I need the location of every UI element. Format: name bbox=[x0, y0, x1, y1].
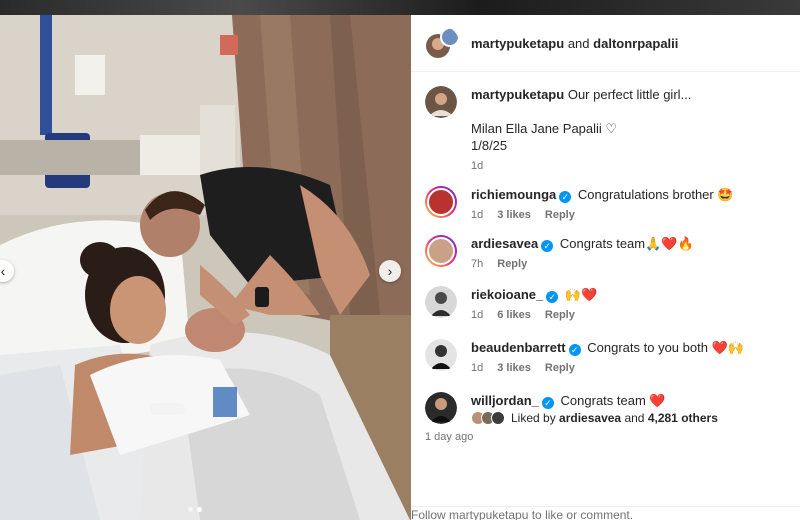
next-slide-button[interactable]: › bbox=[379, 260, 401, 282]
avatar[interactable] bbox=[425, 186, 457, 218]
comment-row: riekoioane_ ✓ 🙌❤️ 1d 6 likes Reply bbox=[425, 286, 786, 321]
comment-row: willjordan_ ✓ Congrats team ❤️ Liked by a… bbox=[425, 392, 786, 425]
caption-timestamp[interactable]: 1d bbox=[471, 160, 483, 172]
verified-badge-icon: ✓ bbox=[541, 397, 554, 409]
comment-username[interactable]: richiemounga bbox=[471, 187, 556, 202]
avatar[interactable] bbox=[425, 392, 457, 424]
comment-timestamp[interactable]: 7h bbox=[471, 258, 483, 270]
comment-username[interactable]: riekoioane_ bbox=[471, 287, 543, 302]
comment-username[interactable]: willjordan_ bbox=[471, 393, 539, 408]
comment-likes[interactable]: 6 likes bbox=[497, 309, 531, 321]
reply-button[interactable]: Reply bbox=[545, 209, 575, 221]
verified-badge-icon: ✓ bbox=[559, 191, 572, 203]
photo-illustration bbox=[0, 15, 411, 520]
comment-username[interactable]: ardiesavea bbox=[471, 236, 538, 251]
carousel-indicator bbox=[188, 507, 202, 512]
avatar bbox=[491, 411, 505, 425]
chevron-right-icon: › bbox=[387, 263, 393, 279]
follow-prompt: Follow martypuketapu to like or comment. bbox=[411, 506, 800, 520]
comment-likes[interactable]: 3 likes bbox=[497, 362, 531, 374]
collab-avatar[interactable] bbox=[425, 26, 459, 60]
caption-line-3: 1/8/25 bbox=[471, 138, 508, 153]
caption-line-2: Milan Ella Jane Papalii ♡ bbox=[471, 121, 618, 136]
verified-badge-icon: ✓ bbox=[568, 344, 581, 356]
liked-by[interactable]: Liked by ardiesavea and 4,281 others bbox=[471, 411, 718, 425]
comment-timestamp[interactable]: 1d bbox=[471, 309, 483, 321]
post-modal: ‹ › martypuketapu and daltonrpapalii mar… bbox=[0, 0, 800, 520]
caption-username[interactable]: martypuketapu bbox=[471, 87, 564, 102]
comment-likes[interactable]: 3 likes bbox=[497, 209, 531, 221]
avatar[interactable] bbox=[425, 235, 457, 267]
avatar[interactable] bbox=[425, 286, 457, 318]
comment-text: Congrats team ❤️ bbox=[560, 393, 666, 408]
carousel-dot-active bbox=[197, 507, 202, 512]
liked-by-prefix: Liked by bbox=[511, 411, 556, 425]
liked-by-username[interactable]: ardiesavea bbox=[559, 411, 621, 425]
likes-count[interactable]: 4,281 others bbox=[648, 411, 718, 425]
liked-by-and: and bbox=[624, 411, 645, 425]
author-username[interactable]: martypuketapu bbox=[471, 36, 564, 51]
verified-badge-icon: ✓ bbox=[541, 240, 554, 252]
reply-button[interactable]: Reply bbox=[497, 258, 527, 270]
post-authors: martypuketapu and daltonrpapalii bbox=[471, 36, 678, 51]
comments-list: martypuketapu Our perfect little girl...… bbox=[411, 72, 800, 443]
comment-text: Congratulations brother 🤩 bbox=[577, 187, 734, 202]
avatar[interactable] bbox=[425, 339, 457, 371]
post-timestamp[interactable]: 1 day ago bbox=[425, 431, 786, 443]
chevron-left-icon: ‹ bbox=[0, 263, 6, 279]
avatar[interactable] bbox=[425, 86, 457, 118]
caption: martypuketapu Our perfect little girl...… bbox=[425, 86, 786, 172]
carousel-dot bbox=[188, 507, 193, 512]
reply-button[interactable]: Reply bbox=[545, 362, 575, 374]
post-header: martypuketapu and daltonrpapalii bbox=[411, 15, 800, 72]
reply-button[interactable]: Reply bbox=[545, 309, 575, 321]
follow-prompt-text[interactable]: Follow martypuketapu to like or comment. bbox=[411, 508, 633, 520]
background-feed bbox=[0, 0, 800, 15]
verified-badge-icon: ✓ bbox=[546, 291, 559, 303]
comment-timestamp[interactable]: 1d bbox=[471, 209, 483, 221]
comment-row: ardiesavea ✓ Congrats team🙏❤️🔥 7h Reply bbox=[425, 235, 786, 270]
comment-text: Congrats to you both ❤️🙌 bbox=[587, 340, 744, 355]
comment-username[interactable]: beaudenbarrett bbox=[471, 340, 566, 355]
post-detail-panel: martypuketapu and daltonrpapalii martypu… bbox=[411, 15, 800, 520]
caption-text: Our perfect little girl... bbox=[567, 87, 692, 102]
coauthor-username[interactable]: daltonrpapalii bbox=[593, 36, 678, 51]
liked-by-avatars bbox=[471, 411, 505, 425]
author-conjunction: and bbox=[567, 35, 590, 51]
comment-text: Congrats team🙏❤️🔥 bbox=[559, 236, 694, 251]
comment-row: richiemounga ✓ Congratulations brother 🤩 … bbox=[425, 186, 786, 221]
post-photo: ‹ › bbox=[0, 15, 411, 520]
comment-text: 🙌❤️ bbox=[564, 287, 598, 302]
comment-timestamp[interactable]: 1d bbox=[471, 362, 483, 374]
comment-row: beaudenbarrett ✓ Congrats to you both ❤️🙌… bbox=[425, 339, 786, 374]
